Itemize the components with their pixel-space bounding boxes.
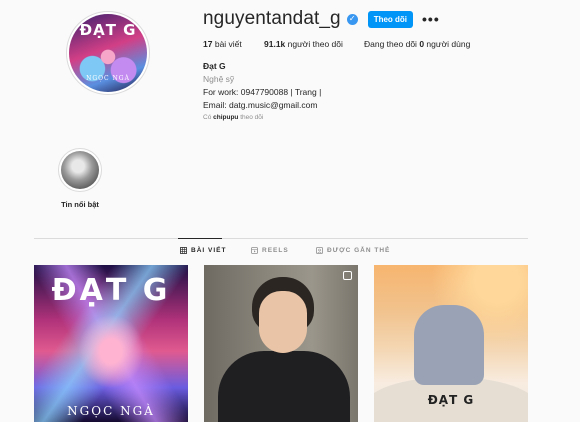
tab-reels[interactable]: REELS (251, 247, 289, 254)
verified-badge-icon: ✓ (346, 13, 358, 25)
following-prefix: Đang theo dõi (364, 39, 417, 49)
active-tab-indicator (178, 238, 222, 239)
reels-icon (251, 247, 258, 254)
post-art-title: ĐẠT G (427, 393, 475, 407)
post-thumbnail[interactable] (204, 265, 358, 422)
posts-count-label: bài viết (214, 39, 242, 49)
tabs-divider (34, 238, 528, 239)
posts-count-stat: 17 bài viết (203, 39, 264, 49)
post-photo-person-face (259, 291, 307, 353)
tab-tagged-label: ĐƯỢC GẮN THẺ (327, 247, 391, 254)
following-count: 0 (419, 39, 425, 49)
following-stat[interactable]: Đang theo dõi 0 người dùng (364, 39, 470, 49)
story-highlight[interactable]: Tin nổi bật (55, 148, 105, 209)
followed-by-text[interactable]: Có chipupu theo dõi (203, 114, 263, 121)
post-thumbnail[interactable]: ĐẠT G (374, 265, 528, 422)
followers-count: 91.1k (264, 39, 286, 49)
tab-tagged[interactable]: ĐƯỢC GẮN THẺ (316, 247, 390, 254)
avatar[interactable]: ĐẠT G NGỌC NGÀ (69, 14, 147, 92)
followers-label: người theo dõi (287, 39, 343, 49)
bio-line-email: Email: datg.music@gmail.com (203, 100, 318, 110)
followed-by-prefix: Có (203, 114, 212, 121)
more-options-icon[interactable]: ••• (422, 12, 440, 26)
highlight-cover-image (61, 151, 99, 189)
highlight-ring[interactable] (58, 148, 102, 192)
tab-posts-label: BÀI VIẾT (191, 247, 227, 254)
profile-category: Nghệ sỹ (203, 74, 235, 84)
followed-by-suffix: theo dõi (240, 114, 264, 121)
tab-reels-label: REELS (262, 247, 289, 254)
grid-icon (180, 247, 187, 254)
profile-header-row: nguyentandat_g ✓ Theo dõi ••• (203, 8, 440, 30)
follow-button[interactable]: Theo dõi (367, 10, 414, 28)
bio-line-work: For work: 0947790088 | Trang | (203, 87, 322, 97)
post-art-figure (414, 305, 484, 385)
multiple-photos-icon (343, 271, 352, 280)
profile-username: nguyentandat_g (203, 8, 341, 29)
tab-posts[interactable]: BÀI VIẾT (180, 247, 226, 254)
avatar-art-subtitle: NGỌC NGÀ (86, 75, 130, 82)
profile-stats: 17 bài viết 91.1k người theo dõi Đang th… (203, 39, 470, 49)
highlight-label: Tin nổi bật (61, 200, 99, 209)
followers-stat[interactable]: 91.1k người theo dõi (264, 39, 364, 49)
posts-count: 17 (203, 39, 213, 49)
post-photo-person-body (218, 351, 350, 422)
tagged-icon (316, 247, 323, 254)
followed-by-user[interactable]: chipupu (213, 114, 238, 121)
profile-bio: Đạt G Nghệ sỹ For work: 0947790088 | Tra… (203, 60, 321, 112)
following-suffix: người dùng (426, 39, 471, 49)
post-thumbnail[interactable]: ĐẠT G NGỌC NGÀ (34, 265, 188, 422)
profile-avatar-ring[interactable]: ĐẠT G NGỌC NGÀ (66, 11, 150, 95)
post-art-subtitle: NGỌC NGÀ (67, 404, 155, 418)
profile-full-name: Đạt G (203, 61, 226, 71)
avatar-art-title: ĐẠT G (79, 21, 137, 39)
post-art-title: ĐẠT G (51, 273, 171, 308)
